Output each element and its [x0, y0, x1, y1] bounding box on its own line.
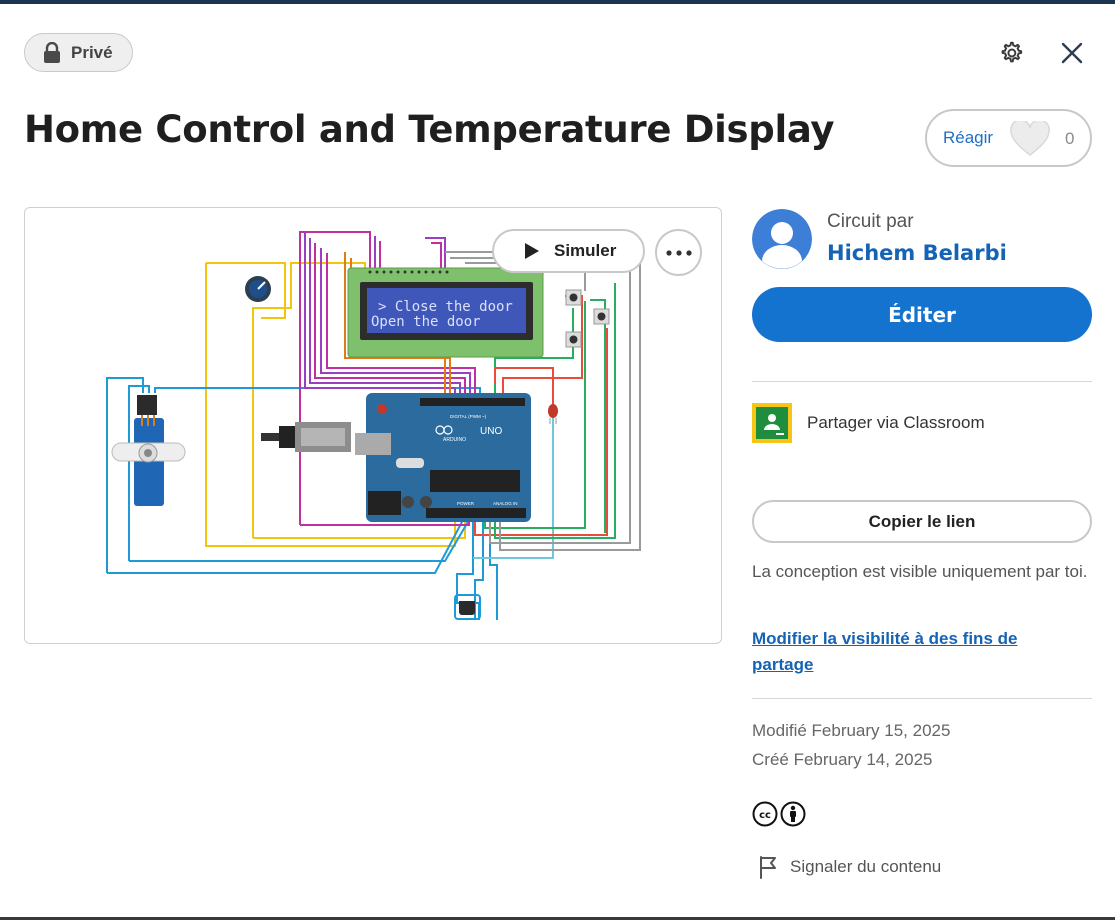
simulate-label: Simuler	[554, 241, 617, 260]
push-button	[565, 289, 582, 306]
analog-label: ANALOG IN	[493, 501, 518, 506]
cc-icon: cc	[752, 801, 778, 827]
react-label: Réagir	[943, 128, 994, 147]
play-icon	[525, 243, 539, 259]
author-avatar[interactable]	[752, 209, 812, 269]
page-title: Home Control and Temperature Display	[24, 108, 835, 151]
more-options-button[interactable]	[655, 229, 702, 276]
gear-icon	[1001, 41, 1023, 63]
license-badge[interactable]: cc	[752, 801, 806, 827]
divider	[752, 381, 1092, 382]
edit-button[interactable]: Éditer	[752, 287, 1092, 342]
close-button[interactable]	[1055, 36, 1089, 70]
svg-text:cc: cc	[759, 810, 771, 821]
share-classroom-label: Partager via Classroom	[807, 413, 985, 432]
report-content-button[interactable]: Signaler du contenu	[758, 855, 941, 879]
author-name-link[interactable]: Hichem Belarbi	[827, 241, 1007, 265]
lcd-line-2: Open the door	[371, 314, 481, 330]
created-date: Créé February 14, 2025	[752, 750, 933, 769]
divider	[752, 698, 1092, 699]
change-visibility-link[interactable]: Modifier la visibilité à des fins de par…	[752, 626, 1072, 678]
circuit-preview[interactable]: > Close the door Open the door UNO ARDUI…	[24, 207, 722, 644]
board-brand: ARDUINO	[443, 437, 466, 443]
digital-label: DIGITAL (PWM ~)	[450, 414, 487, 419]
privacy-button[interactable]: Privé	[24, 33, 133, 72]
settings-button[interactable]	[994, 36, 1028, 70]
author-by-label: Circuit par	[827, 211, 914, 232]
push-button	[593, 308, 610, 325]
privacy-label: Privé	[71, 42, 113, 62]
react-count: 0	[1065, 129, 1075, 148]
close-icon	[1061, 42, 1083, 64]
copy-link-button[interactable]: Copier le lien	[752, 500, 1092, 543]
by-attribution-icon	[780, 801, 806, 827]
circuit-diagram: > Close the door Open the door UNO ARDUI…	[106, 231, 641, 620]
simulate-button[interactable]: Simuler	[492, 229, 645, 273]
flag-icon	[760, 856, 776, 879]
board-label: UNO	[480, 426, 502, 437]
share-classroom-button[interactable]: Partager via Classroom	[752, 403, 985, 443]
google-classroom-icon	[752, 403, 792, 443]
lcd-line-1: > Close the door	[378, 299, 513, 315]
heart-icon	[1010, 121, 1050, 156]
top-border	[0, 0, 1115, 4]
more-icon	[665, 249, 692, 256]
modified-date: Modifié February 15, 2025	[752, 721, 951, 740]
react-button[interactable]: Réagir 0	[925, 109, 1092, 167]
lock-icon	[44, 41, 60, 63]
power-label: POWER	[457, 501, 475, 506]
user-avatar-icon	[752, 209, 812, 269]
push-button	[565, 331, 582, 348]
report-content-label: Signaler du contenu	[790, 857, 942, 876]
visibility-note: La conception est visible uniquement par…	[752, 562, 1088, 581]
